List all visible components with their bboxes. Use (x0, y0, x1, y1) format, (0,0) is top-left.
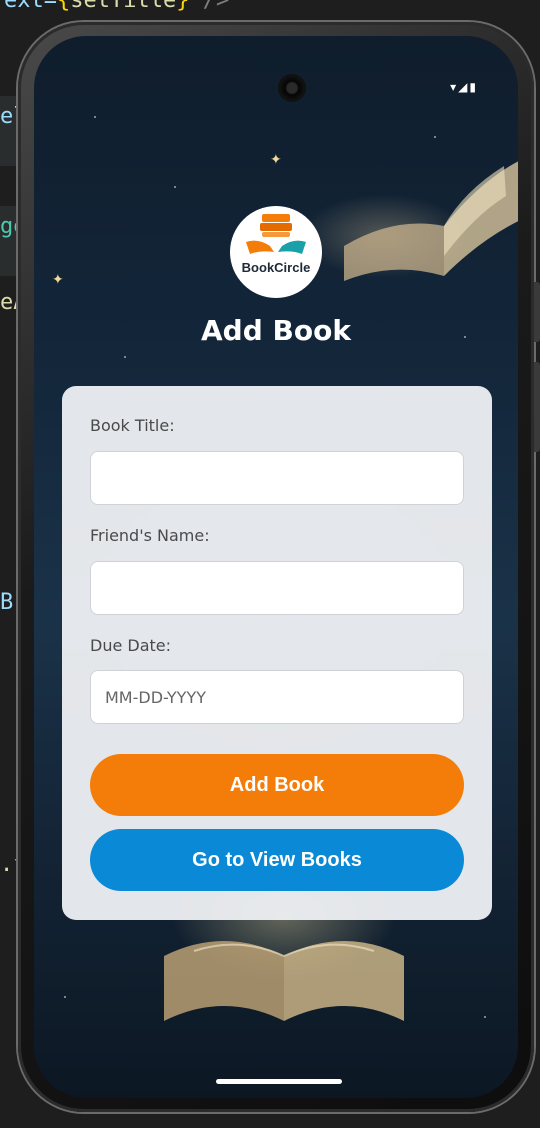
logo-text: BookCircle (241, 260, 311, 275)
book-title-label: Book Title: (90, 416, 175, 435)
app-logo: BookCircle (230, 206, 322, 298)
code-line: ext={setTitle} /> (4, 0, 230, 13)
star-dot (124, 356, 126, 358)
app-screen: ✦ ✦ ▾◢▮ BookCircle Add Book Book Title: … (34, 36, 518, 1098)
battery-icon: ▮ (469, 80, 478, 94)
due-date-input[interactable] (90, 670, 464, 724)
power-button (534, 362, 540, 452)
code-line: B (0, 590, 14, 615)
friend-name-label: Friend's Name: (90, 526, 210, 545)
book-title-input[interactable] (90, 451, 464, 505)
add-book-form: Book Title: Friend's Name: Due Date: Add… (62, 386, 492, 920)
status-bar: ▾◢▮ (450, 80, 478, 94)
view-books-button[interactable]: Go to View Books (90, 829, 464, 891)
star-dot (434, 136, 436, 138)
star-dot (64, 996, 66, 998)
front-camera (280, 76, 304, 100)
star-dot (174, 186, 176, 188)
sparkle-icon: ✦ (52, 271, 64, 287)
phone-frame: ✦ ✦ ▾◢▮ BookCircle Add Book Book Title: … (18, 22, 540, 1112)
book-hands-icon (246, 214, 306, 254)
due-date-label: Due Date: (90, 636, 172, 655)
home-indicator[interactable] (216, 1079, 342, 1084)
friend-name-input[interactable] (90, 561, 464, 615)
page-title: Add Book (201, 314, 351, 347)
volume-button (534, 282, 540, 342)
signal-icon: ▾◢ (450, 80, 470, 94)
sparkle-icon: ✦ (270, 151, 282, 167)
add-book-button[interactable]: Add Book (90, 754, 464, 816)
star-dot (94, 116, 96, 118)
open-book-illustration (344, 161, 518, 281)
star-dot (484, 1016, 486, 1018)
